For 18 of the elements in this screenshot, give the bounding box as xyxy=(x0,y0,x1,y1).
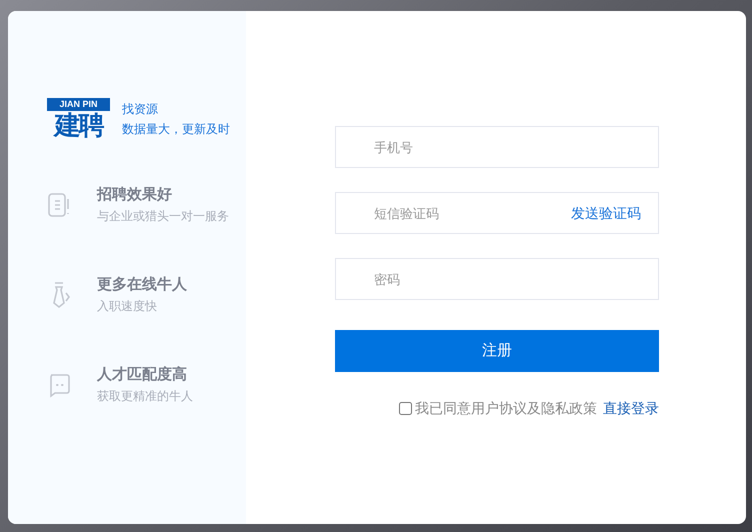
feature-title: 招聘效果好 xyxy=(97,185,173,205)
agreement-label: 我已同意用户协议及隐私政策 xyxy=(415,399,597,418)
agreement-checkbox[interactable] xyxy=(399,402,412,415)
input-field[interactable]: 密码 xyxy=(335,258,659,300)
send-code-link[interactable]: 发送验证码 xyxy=(571,204,641,222)
input-field[interactable]: 手机号 xyxy=(335,126,659,168)
login-link[interactable]: 直接登录 xyxy=(603,398,659,419)
tagline-text: 找资源 xyxy=(122,101,159,118)
feature-subtitle: 获取更精准的牛人 xyxy=(97,388,193,405)
feature-title: 人才匹配度高 xyxy=(97,365,188,385)
chat-icon xyxy=(47,371,71,399)
logo: JIAN PIN 建聘 xyxy=(47,98,110,140)
tagline-text: 数据量大，更新及时 xyxy=(122,121,230,138)
register-button[interactable]: 注册 xyxy=(335,330,659,372)
document-icon xyxy=(47,191,71,219)
feature-subtitle: 与企业或猎头一对一服务 xyxy=(97,208,229,225)
feature-subtitle: 入职速度快 xyxy=(97,298,158,315)
feature-title: 更多在线牛人 xyxy=(97,275,187,295)
